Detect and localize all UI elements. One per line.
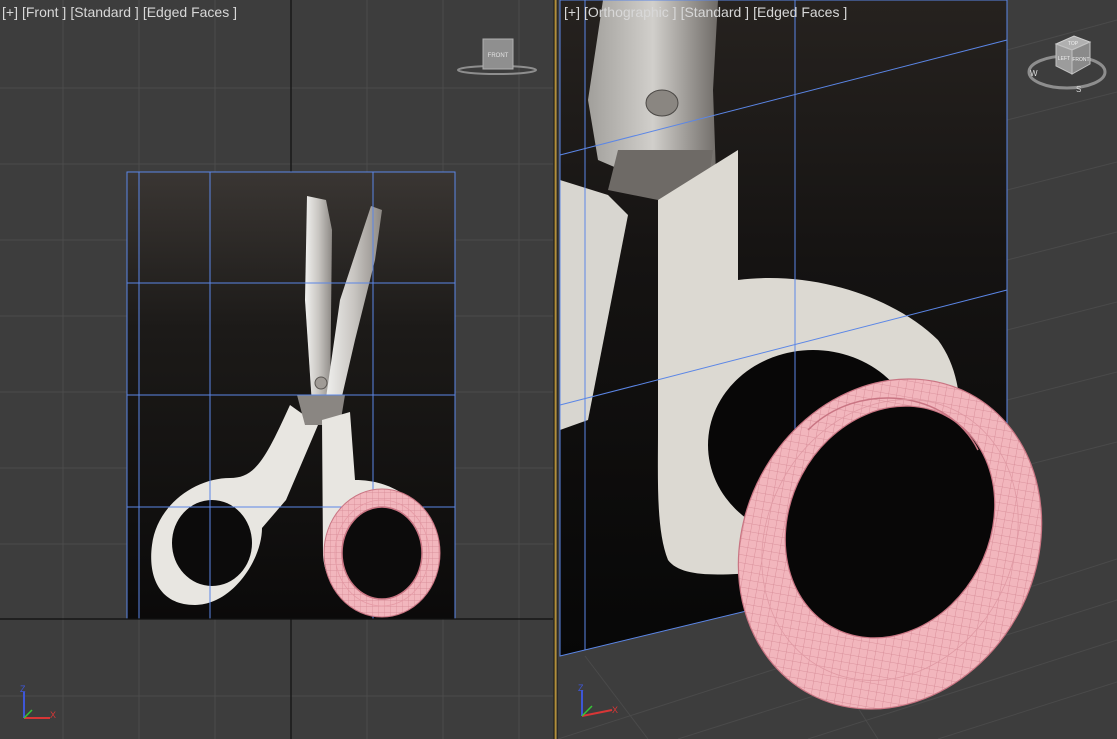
viewport-shading-menu-ortho[interactable]: [Standard ] xyxy=(681,4,750,20)
axis-z-label: Z xyxy=(20,684,26,694)
axis-tripod-icon-ortho: Z X xyxy=(578,683,618,717)
viewport-display-menu-ortho[interactable]: [Edged Faces ] xyxy=(753,4,847,20)
viewport-general-menu-ortho[interactable]: [+] xyxy=(564,4,580,20)
axis-x-label: X xyxy=(50,710,56,720)
axis-tripod-icon: Z X xyxy=(20,684,56,720)
axis-x-label-ortho: X xyxy=(612,705,618,715)
max-viewport-layout: [+] [Front ] [Standard ] [Edged Faces ] FRO… xyxy=(0,0,1117,739)
viewport-general-menu[interactable]: [+] xyxy=(2,4,18,20)
viewport-point-of-view-menu-ortho[interactable]: [Orthographic ] xyxy=(584,4,677,20)
front-viewport-label-menu: [+] [Front ] [Standard ] [Edged Faces ] xyxy=(2,4,241,20)
orthographic-viewport[interactable]: [+] [Orthographic ] [Standard ] [Edged Face… xyxy=(558,0,1117,739)
viewcube-orthographic-icon[interactable]: TOP FRONT LEFT W S xyxy=(1024,28,1110,98)
orthographic-viewport-scene[interactable] xyxy=(558,0,1117,739)
orthographic-viewport-label-menu: [+] [Orthographic ] [Standard ] [Edged Face… xyxy=(564,4,851,20)
viewport-shading-menu[interactable]: [Standard ] xyxy=(70,4,139,20)
viewcube-front-face-label-ortho: FRONT xyxy=(1072,57,1089,63)
viewcube-top-face-label: TOP xyxy=(1068,41,1079,47)
viewport-point-of-view-menu[interactable]: [Front ] xyxy=(22,4,66,20)
compass-west-label: W xyxy=(1030,69,1038,78)
torus-object-front[interactable] xyxy=(323,488,441,618)
front-viewport-scene[interactable] xyxy=(0,0,553,739)
viewcube-left-face-label: LEFT xyxy=(1058,56,1070,62)
viewcube-front-face-label: FRONT xyxy=(488,53,509,59)
axis-z-label-ortho: Z xyxy=(578,683,584,693)
compass-south-label: S xyxy=(1076,85,1081,94)
viewport-display-menu[interactable]: [Edged Faces ] xyxy=(143,4,237,20)
viewcube-front-icon[interactable]: FRONT xyxy=(456,36,540,78)
front-viewport[interactable]: [+] [Front ] [Standard ] [Edged Faces ] FRO… xyxy=(0,0,553,739)
